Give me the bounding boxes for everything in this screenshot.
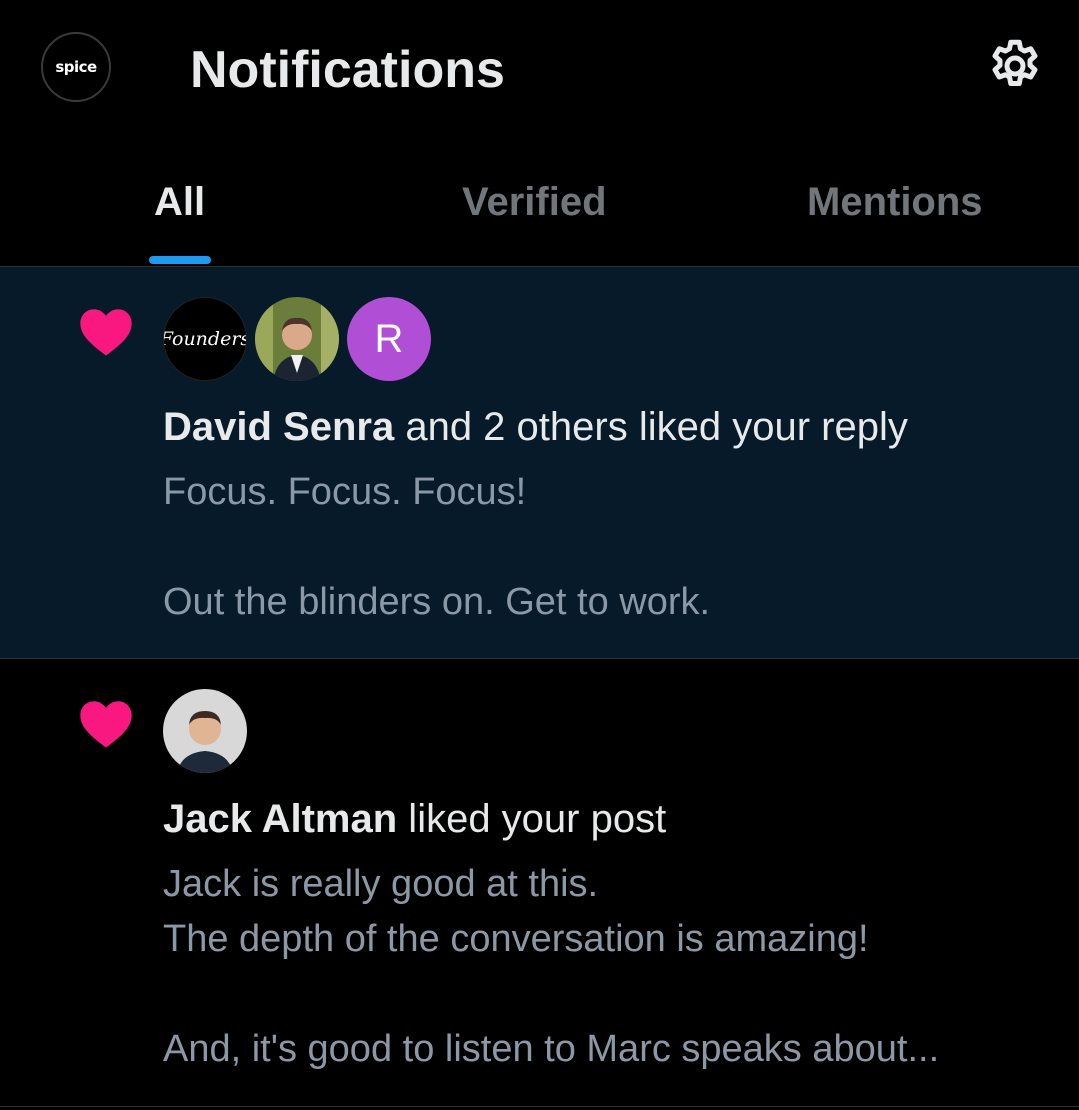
- avatar-group: Founders R: [163, 297, 431, 381]
- notification-text: Jack Altman liked your post: [163, 795, 666, 843]
- avatar[interactable]: [163, 689, 247, 773]
- heart-icon: [80, 701, 132, 748]
- actor-name[interactable]: Jack Altman: [163, 797, 397, 841]
- post-snippet: Focus. Focus. Focus! Out the blinders on…: [163, 471, 711, 623]
- avatar[interactable]: R: [347, 297, 431, 381]
- avatar[interactable]: [255, 297, 339, 381]
- person-photo-icon: [163, 689, 247, 773]
- profile-avatar-text: spice: [55, 58, 97, 76]
- avatar-initial: R: [374, 316, 404, 361]
- avatar[interactable]: Founders: [163, 297, 247, 381]
- tab-verified[interactable]: Verified: [462, 180, 607, 225]
- tab-mentions[interactable]: Mentions: [807, 180, 983, 225]
- post-snippet: Jack is really good at this. The depth o…: [163, 863, 940, 1070]
- avatar-logo-text: Founders: [163, 328, 247, 350]
- person-photo-icon: [255, 297, 339, 381]
- notification-item[interactable]: Founders R David Senra and 2 others like…: [0, 267, 1079, 659]
- tab-bar: All Verified Mentions: [0, 150, 1079, 267]
- action-text: and 2 others liked your reply: [394, 405, 908, 449]
- gear-icon[interactable]: [985, 36, 1045, 96]
- notification-item[interactable]: Jack Altman liked your post Jack is real…: [0, 659, 1079, 1107]
- profile-avatar[interactable]: spice: [41, 32, 111, 102]
- avatar-group: [163, 689, 247, 773]
- active-tab-indicator: [149, 256, 211, 264]
- page-title: Notifications: [190, 41, 505, 99]
- notification-text: David Senra and 2 others liked your repl…: [163, 403, 908, 451]
- heart-icon: [80, 309, 132, 356]
- tab-all[interactable]: All: [154, 180, 205, 225]
- top-bar: spice Notifications: [0, 0, 1079, 140]
- actor-name[interactable]: David Senra: [163, 405, 394, 449]
- action-text: liked your post: [397, 797, 667, 841]
